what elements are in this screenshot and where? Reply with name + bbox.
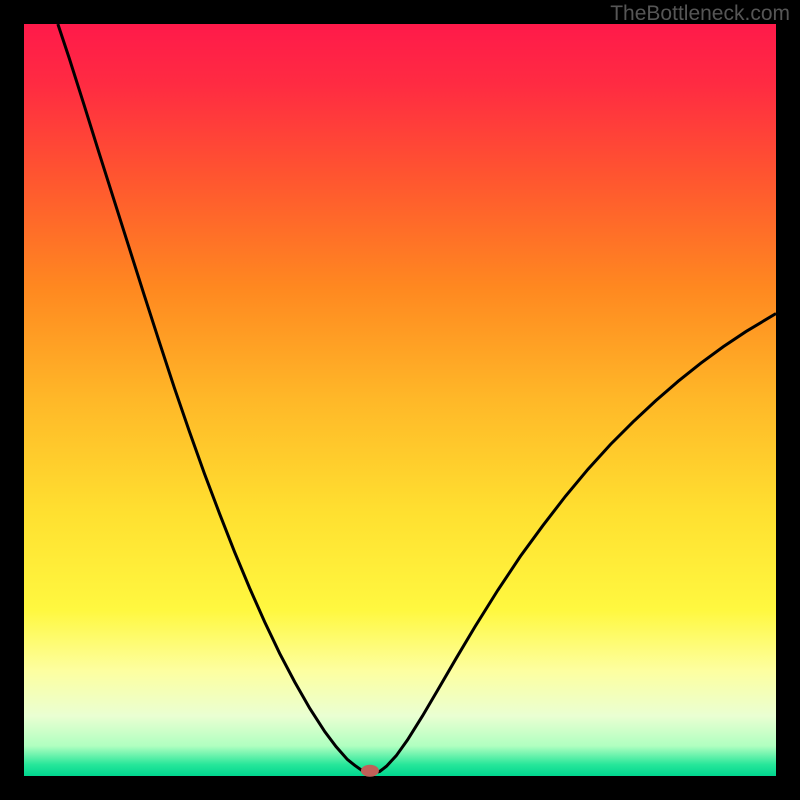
attribution-text: TheBottleneck.com bbox=[610, 2, 790, 26]
plot-background bbox=[24, 24, 776, 776]
bottleneck-chart: TheBottleneck.com bbox=[0, 0, 800, 800]
chart-svg bbox=[0, 0, 800, 800]
optimum-marker bbox=[361, 765, 379, 777]
